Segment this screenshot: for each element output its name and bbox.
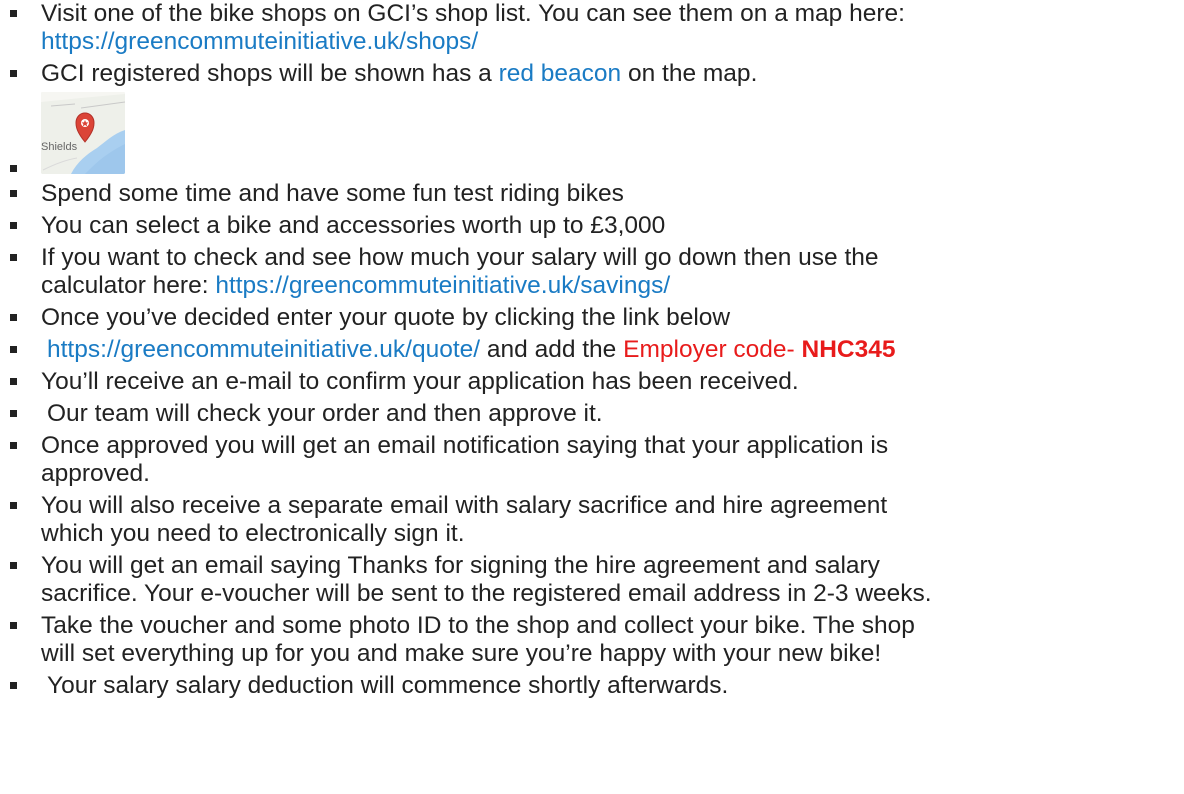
step-text: which you need to electronically sign it… (41, 520, 465, 547)
step-text: approved. (41, 460, 150, 487)
map-thumbnail: Shields (41, 92, 125, 174)
step-text: and add the (480, 336, 624, 363)
bullet-icon (10, 165, 17, 172)
step-text: Our team will check your order and then … (47, 400, 603, 427)
step-text: You can select a bike and accessories wo… (41, 212, 666, 239)
step-text: If you want to check and see how much yo… (41, 244, 879, 271)
list-item: Once you’ve decided enter your quote by … (0, 304, 1184, 332)
map-place-label: Shields (41, 141, 78, 153)
step-text: GCI registered shops will be shown has a (41, 60, 499, 87)
step-text: sacrifice. Your e-voucher will be sent t… (41, 580, 932, 607)
red-beacon-link[interactable]: red beacon (499, 60, 622, 87)
list-item: Shields (0, 92, 1184, 178)
list-item: Our team will check your order and then … (0, 400, 1184, 428)
bullet-icon (10, 314, 17, 321)
list-item: Visit one of the bike shops on GCI’s sho… (0, 0, 1184, 56)
shops-link[interactable]: https://greencommuteinitiative.uk/shops/ (41, 28, 1184, 56)
bullet-icon (10, 378, 17, 385)
bullet-icon (10, 562, 17, 569)
step-text: calculator here: (41, 272, 216, 299)
quote-link[interactable]: https://greencommuteinitiative.uk/quote/ (47, 336, 480, 363)
step-text: You will also receive a separate email w… (41, 492, 888, 519)
list-item: Take the voucher and some photo ID to th… (0, 612, 1184, 668)
step-text: Your salary salary deduction will commen… (47, 672, 729, 699)
step-text: You will get an email saying Thanks for … (41, 552, 880, 579)
bullet-icon (10, 682, 17, 689)
map-image: Shields (41, 92, 125, 174)
step-text: Visit one of the bike shops on GCI’s sho… (41, 0, 905, 27)
bullet-icon (10, 346, 17, 353)
bullet-icon (10, 70, 17, 77)
list-item: If you want to check and see how much yo… (0, 244, 1184, 300)
bullet-icon (10, 622, 17, 629)
bullet-icon (10, 254, 17, 261)
step-text-suffix: on the map. (621, 60, 758, 87)
employer-code-label: Employer code- (623, 336, 802, 363)
bullet-icon (10, 410, 17, 417)
bullet-icon (10, 190, 17, 197)
bullet-icon (10, 222, 17, 229)
savings-link[interactable]: https://greencommuteinitiative.uk/saving… (215, 272, 670, 299)
list-item: GCI registered shops will be shown has a… (0, 60, 1184, 88)
step-text: You’ll receive an e-mail to confirm your… (41, 368, 799, 395)
bullet-icon (10, 442, 17, 449)
list-item: You will also receive a separate email w… (0, 492, 1184, 548)
list-item: You will get an email saying Thanks for … (0, 552, 1184, 608)
list-item: You can select a bike and accessories wo… (0, 212, 1184, 240)
step-text: Once you’ve decided enter your quote by … (41, 304, 731, 331)
step-text: Once approved you will get an email noti… (41, 432, 889, 459)
list-item: Your salary salary deduction will commen… (0, 672, 1184, 700)
step-text: Take the voucher and some photo ID to th… (41, 612, 915, 639)
bullet-icon (10, 10, 17, 17)
bullet-icon (10, 502, 17, 509)
list-item: You’ll receive an e-mail to confirm your… (0, 368, 1184, 396)
employer-code: NHC345 (801, 336, 896, 363)
list-item: https://greencommuteinitiative.uk/quote/… (0, 336, 1184, 364)
document: Visit one of the bike shops on GCI’s sho… (0, 0, 1184, 704)
list-item: Spend some time and have some fun test r… (0, 180, 1184, 208)
step-text: Spend some time and have some fun test r… (41, 180, 624, 207)
step-text: will set everything up for you and make … (41, 640, 882, 667)
list-item: Once approved you will get an email noti… (0, 432, 1184, 488)
steps-list: Visit one of the bike shops on GCI’s sho… (0, 0, 1184, 700)
